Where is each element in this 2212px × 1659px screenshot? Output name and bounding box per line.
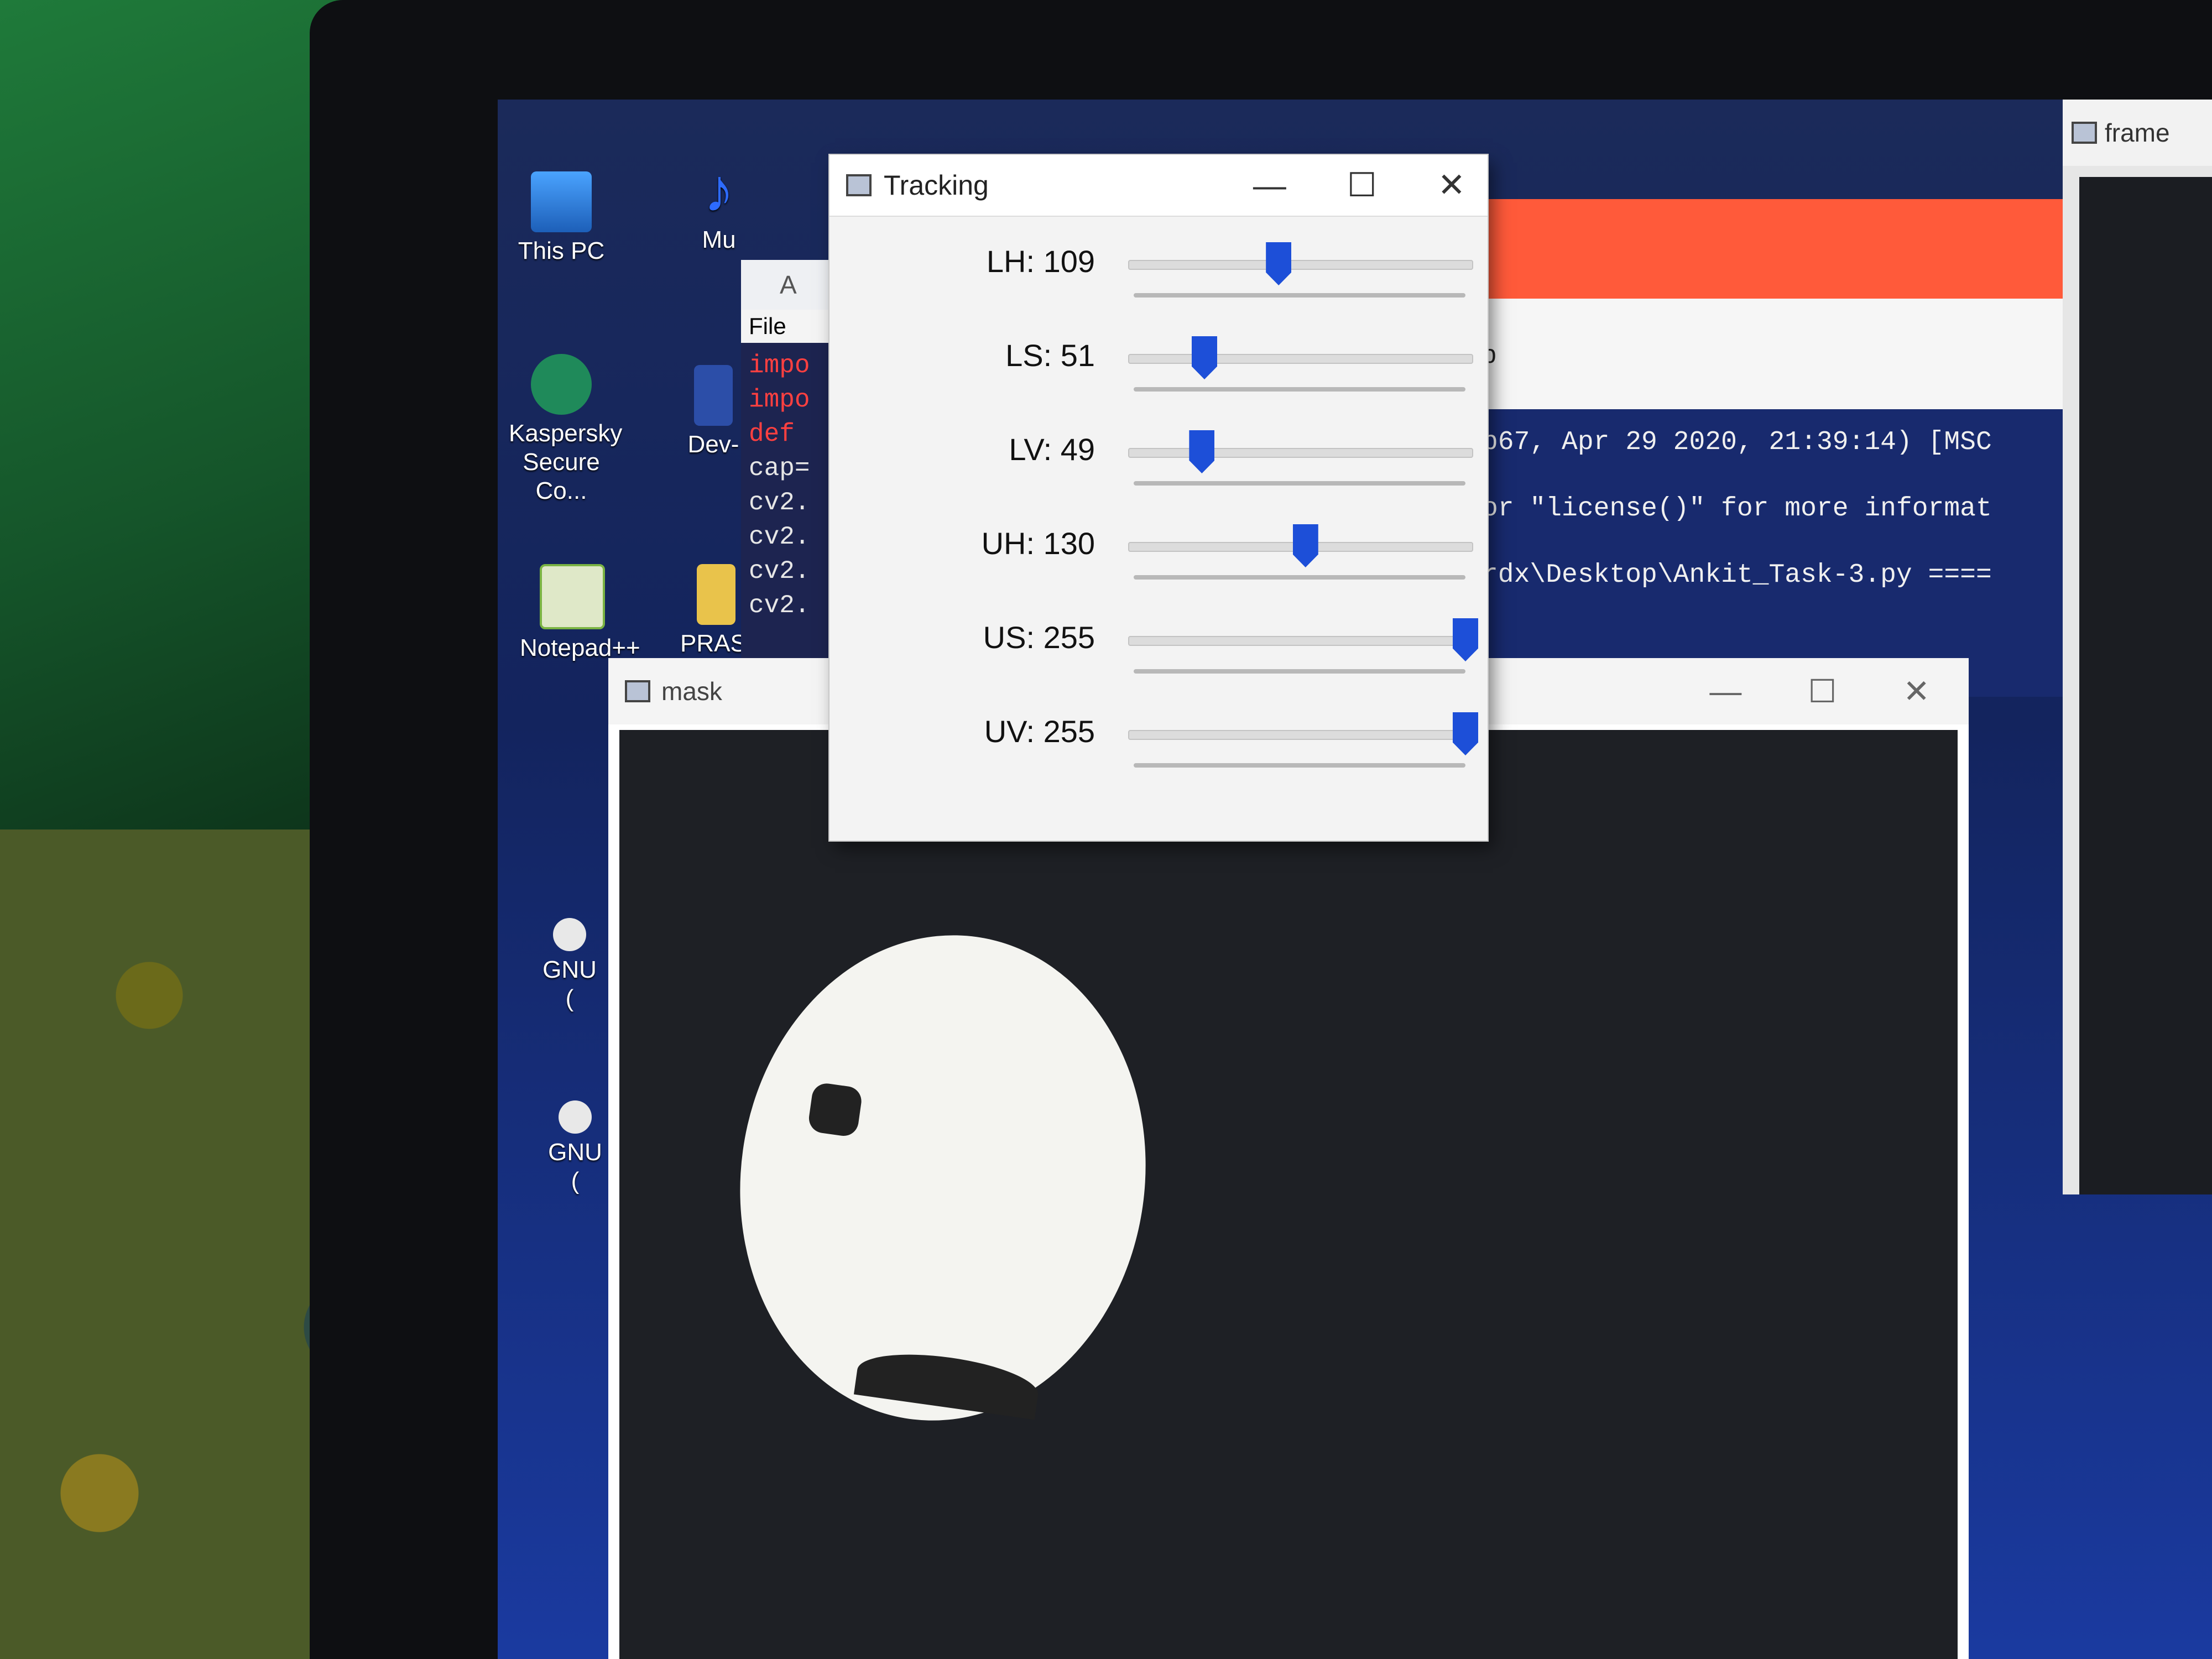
trackbar-label: UV: 255	[984, 714, 1095, 749]
tracking-window[interactable]: Tracking — ☐ ✕ LH: 109 LS: 51 LV: 49 UH:…	[830, 155, 1488, 841]
mask-title: mask	[661, 677, 722, 706]
trackbar-ls: LS: 51	[830, 315, 1488, 409]
frame-title: frame	[2105, 118, 2170, 147]
trackbar-lh: LH: 109	[830, 221, 1488, 315]
desktop-icon-music[interactable]: ♪ Mu	[686, 160, 752, 254]
trackbar-track[interactable]	[1128, 448, 1473, 458]
close-button[interactable]: ✕	[1903, 672, 1930, 710]
desktop-icon-label: Mu	[702, 226, 736, 253]
dev-cpp-icon	[694, 365, 733, 426]
trackbar-thumb[interactable]	[1266, 242, 1292, 285]
trackbar-thumb[interactable]	[1192, 336, 1217, 379]
mask-hole	[853, 1345, 1042, 1420]
mask-hole	[807, 1081, 864, 1138]
desktop-icon-kaspersky[interactable]: Kaspersky Secure Co...	[509, 354, 622, 505]
trackbar-label: LS: 51	[1005, 338, 1095, 373]
maximize-button[interactable]: ☐	[1347, 166, 1377, 205]
trackbar-track[interactable]	[1128, 354, 1473, 364]
minimize-button[interactable]: —	[1253, 166, 1286, 205]
trackbar-track[interactable]	[1128, 636, 1473, 646]
trackbar-track[interactable]	[1128, 730, 1473, 740]
close-button[interactable]: ✕	[1438, 166, 1465, 205]
desktop-icon-gnu-2[interactable]: GNU (	[542, 1100, 608, 1196]
window-icon	[625, 680, 650, 702]
trackbar-baseline	[1134, 481, 1465, 486]
desktop-icon-notepad-plus-plus[interactable]: Notepad++	[520, 564, 640, 662]
mask-image	[619, 730, 1958, 1659]
desktop-icon-label: GNU (	[542, 956, 597, 1012]
desktop-icon-gnu-1[interactable]: GNU (	[536, 918, 603, 1013]
gnu-icon	[559, 1100, 592, 1134]
kaspersky-icon	[531, 354, 592, 415]
window-icon	[2072, 122, 2097, 144]
notepad-plus-plus-icon	[540, 564, 605, 629]
desktop-icon-label: Notepad++	[520, 634, 640, 661]
trackbar-thumb[interactable]	[1453, 712, 1478, 755]
trackbar-label: LV: 49	[1009, 432, 1095, 467]
trackbar-thumb[interactable]	[1292, 524, 1318, 567]
window-icon	[846, 174, 872, 196]
desktop-icon-label: GNU (	[548, 1139, 602, 1194]
music-icon: ♪	[703, 156, 734, 225]
desktop-icon-this-pc[interactable]: This PC	[509, 171, 614, 265]
folder-icon	[697, 564, 735, 625]
tracking-title: Tracking	[884, 170, 989, 201]
trackbar-thumb[interactable]	[1453, 618, 1478, 661]
trackbar-label: UH: 130	[981, 526, 1095, 561]
computer-icon	[531, 171, 592, 232]
desktop-icon-label: Dev-	[687, 431, 739, 458]
mask-detected-object	[709, 909, 1177, 1447]
maximize-button[interactable]: ☐	[1808, 672, 1837, 710]
editor-title: A	[780, 270, 797, 299]
desktop-icon-dev-cpp[interactable]: Dev-	[680, 365, 747, 459]
desktop-icon-label: This PC	[518, 237, 605, 264]
frame-title-bar[interactable]: frame	[2063, 100, 2212, 166]
trackbar-track[interactable]	[1128, 260, 1473, 270]
frame-window[interactable]: frame	[2063, 100, 2212, 1194]
trackbar-label: US: 255	[983, 620, 1095, 655]
trackbar-uv: UV: 255	[830, 691, 1488, 785]
tracking-title-bar[interactable]: Tracking — ☐ ✕	[830, 155, 1488, 217]
trackbar-baseline	[1134, 293, 1465, 298]
frame-video-area	[2079, 177, 2212, 1194]
trackbar-label: LH: 109	[986, 244, 1095, 279]
desktop-icon-label: Kaspersky Secure Co...	[509, 420, 623, 504]
minimize-button[interactable]: —	[1709, 673, 1741, 710]
trackbar-baseline	[1134, 669, 1465, 674]
desktop-screen: This PC ♪ Mu Kaspersky Secure Co... Dev-…	[498, 100, 2212, 1659]
trackbar-uh: UH: 130	[830, 503, 1488, 597]
trackbar-baseline	[1134, 575, 1465, 580]
gnu-icon	[553, 918, 586, 951]
trackbar-thumb[interactable]	[1189, 430, 1215, 473]
trackbar-baseline	[1134, 387, 1465, 392]
trackbar-lv: LV: 49	[830, 409, 1488, 503]
trackbar-baseline	[1134, 763, 1465, 768]
trackbar-us: US: 255	[830, 597, 1488, 691]
